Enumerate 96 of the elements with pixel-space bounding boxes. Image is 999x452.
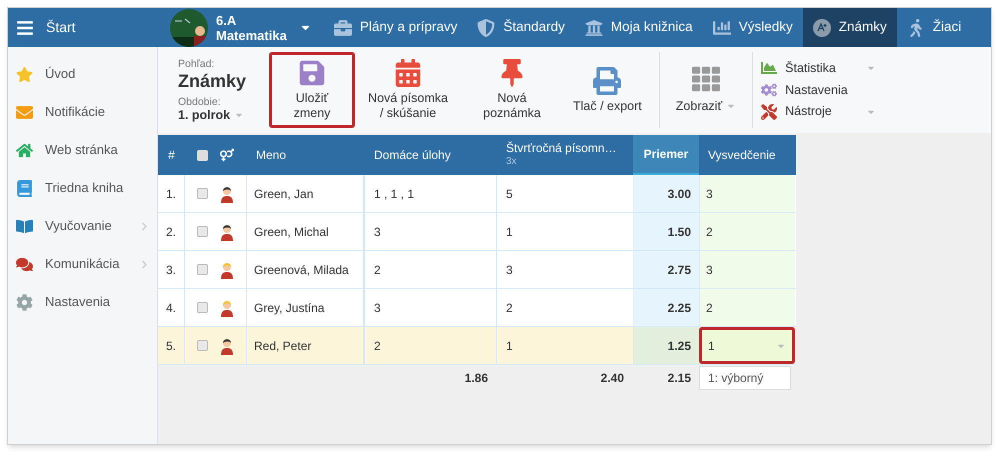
chevron-icon: [140, 222, 149, 230]
chevron-icon: [140, 260, 149, 268]
toolbar-menu-item[interactable]: Nastavenia: [761, 80, 876, 100]
sidebar-item[interactable]: Nastavenia: [8, 283, 157, 321]
table-cell: 1.50: [633, 213, 699, 250]
period-selector[interactable]: 1. polrok: [178, 108, 248, 122]
settings-icon: [16, 294, 33, 310]
grade-cell[interactable]: 1: [699, 327, 795, 364]
table-cell[interactable]: 1: [497, 327, 633, 364]
column-header[interactable]: Štvrťročná písomn… 3x: [497, 135, 633, 175]
overall-average: 2.15: [666, 370, 692, 387]
table-cell: 5.: [158, 327, 185, 364]
toolbar-button[interactable]: Nová poznámka: [460, 52, 564, 128]
row-checkbox[interactable]: [197, 302, 208, 313]
notebook-icon: [16, 180, 33, 196]
nav-tab[interactable]: Výsledky: [702, 8, 803, 47]
view-label: Pohľad:: [178, 58, 216, 70]
grade-cell[interactable]: 3: [699, 175, 795, 212]
column-header: #: [167, 147, 176, 164]
sidebar-item[interactable]: Vyučovanie: [8, 207, 157, 245]
table-cell[interactable]: 1: [497, 213, 633, 250]
table-cell: 1.: [158, 175, 185, 212]
sidebar-item[interactable]: Web stránka: [8, 131, 157, 169]
nav-tab[interactable]: Plány a prípravy: [324, 8, 468, 47]
table-cell[interactable]: 1 , 1 , 1: [365, 175, 497, 212]
briefcase-icon: [334, 18, 352, 36]
table-cell[interactable]: 2: [497, 289, 633, 326]
column-header[interactable]: Domáce úlohy: [365, 135, 497, 175]
column-header[interactable]: Meno: [247, 135, 365, 175]
building-icon: [584, 18, 603, 36]
toolbar-button[interactable]: Tlač / export: [564, 52, 651, 128]
house-icon: [16, 142, 33, 158]
homework-average: 1.86: [464, 370, 489, 387]
chat-icon: [16, 256, 33, 272]
toolbar-button[interactable]: Nová písomka / skúšanie: [356, 52, 460, 128]
bar-chart-icon: [712, 18, 731, 36]
tools-icon: [761, 104, 778, 120]
table-cell: 2.: [158, 213, 185, 250]
grade-option[interactable]: 1: výborný: [699, 366, 791, 390]
grade-cell[interactable]: 2: [699, 289, 795, 326]
nav-tab[interactable]: Štandardy: [467, 8, 575, 47]
table-cell: 3.00: [633, 175, 699, 212]
toolbar-menu-item[interactable]: Nástroje: [761, 102, 876, 122]
period-label: Obdobie:: [178, 96, 222, 108]
sidebar-item[interactable]: Komunikácia: [8, 245, 157, 283]
class-selector[interactable]: 6.A Matematika: [216, 12, 312, 42]
row-checkbox[interactable]: [197, 340, 208, 351]
table-cell[interactable]: 5: [497, 175, 633, 212]
row-checkbox[interactable]: [197, 226, 208, 237]
table-cell: 2.25: [633, 289, 699, 326]
start-menu-button[interactable]: Štart: [8, 8, 158, 47]
table-row[interactable]: 3. Greenová, Milada 2 3 2.75 3: [158, 251, 796, 289]
view-selector[interactable]: Známky: [178, 70, 248, 92]
column-header[interactable]: Priemer: [633, 135, 699, 175]
table-cell[interactable]: 3: [365, 213, 497, 250]
grade-badge-icon: [812, 18, 831, 36]
gears-icon: [761, 82, 778, 98]
grade-cell[interactable]: 2: [699, 213, 795, 250]
nav-tab[interactable]: Známky: [802, 8, 897, 47]
table-row[interactable]: 5. Red, Peter 2 1 1.25 1: [158, 327, 796, 365]
table-row[interactable]: 2. Green, Michal 3 1 1.50 2: [158, 213, 796, 251]
table-cell[interactable]: 2: [365, 327, 497, 364]
table-cell: 3.: [158, 251, 185, 288]
select-all-checkbox[interactable]: [197, 150, 208, 160]
table-row[interactable]: 4. Grey, Justína 3 2 2.25 2: [158, 289, 796, 327]
column-header[interactable]: Vysvedčenie: [699, 135, 795, 175]
open-book-icon: [16, 218, 33, 234]
table-cell: 1.25: [633, 327, 699, 364]
sidebar-item[interactable]: Triedna kniha: [8, 169, 157, 207]
menu-icon: [16, 18, 34, 36]
row-checkbox[interactable]: [197, 188, 208, 199]
table-cell[interactable]: 2: [365, 251, 497, 288]
table-cell: 4.: [158, 289, 185, 326]
printer-icon: [593, 66, 622, 94]
shield-icon: [477, 18, 496, 36]
toolbar-menu-item[interactable]: Štatistika: [761, 58, 876, 78]
calendar-icon: [394, 59, 422, 87]
nav-tab[interactable]: Moja knižnica: [574, 8, 703, 47]
envelope-icon: [16, 104, 33, 120]
sidebar-item[interactable]: Notifikácie: [8, 93, 157, 131]
quarterly-average: 2.40: [600, 370, 625, 387]
toolbar-button[interactable]: Uložiť zmeny: [269, 52, 355, 128]
sidebar-item[interactable]: Úvod: [8, 55, 157, 93]
table-cell: 2.75: [633, 251, 699, 288]
display-button[interactable]: Zobraziť: [668, 52, 744, 128]
gender-icon: [220, 148, 234, 162]
table-cell: Red, Peter: [247, 327, 365, 364]
table-cell[interactable]: 3: [497, 251, 633, 288]
area-chart-icon: [761, 60, 778, 76]
table-row[interactable]: 1. Green, Jan 1 , 1 , 1 5 3.00 3: [158, 175, 796, 213]
nav-tab[interactable]: Žiaci: [896, 8, 972, 47]
grade-cell[interactable]: 3: [699, 251, 795, 288]
grid-icon: [692, 64, 720, 93]
star-icon: [16, 66, 33, 82]
row-checkbox[interactable]: [197, 264, 208, 275]
table-cell[interactable]: 3: [365, 289, 497, 326]
